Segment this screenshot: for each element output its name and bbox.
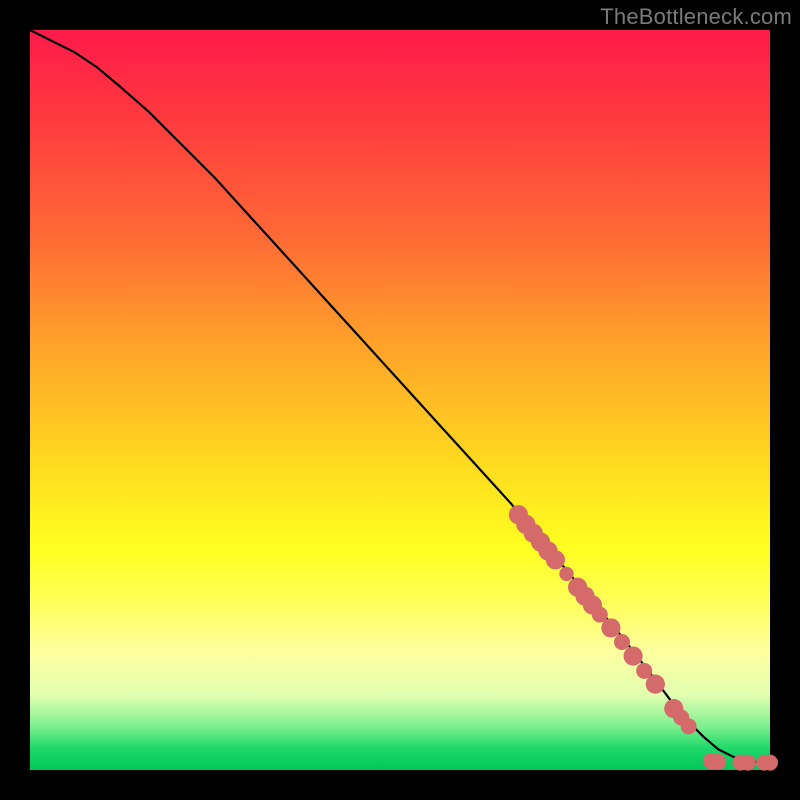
chart-frame: TheBottleneck.com xyxy=(0,0,800,800)
bottleneck-curve xyxy=(30,30,770,763)
watermark-text: TheBottleneck.com xyxy=(600,4,792,30)
marker-group xyxy=(509,505,778,770)
data-point-marker xyxy=(624,646,643,665)
data-point-marker xyxy=(559,567,573,581)
data-point-marker xyxy=(710,754,726,770)
data-point-marker xyxy=(601,618,620,637)
data-point-marker xyxy=(614,634,630,650)
data-point-marker xyxy=(762,755,778,771)
data-point-marker xyxy=(740,755,756,771)
data-point-marker xyxy=(646,675,665,694)
data-point-marker xyxy=(546,550,565,569)
chart-overlay xyxy=(30,30,770,770)
data-point-marker xyxy=(681,718,697,734)
